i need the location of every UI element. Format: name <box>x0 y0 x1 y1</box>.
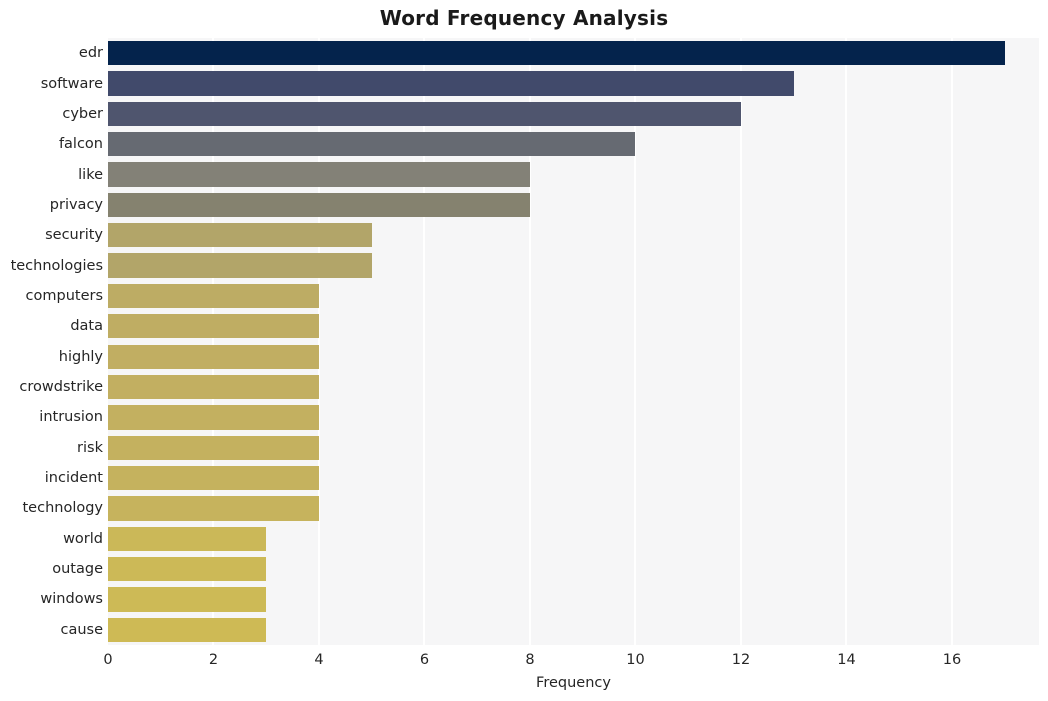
bar-highly <box>108 344 319 369</box>
y-tick-label-data: data <box>70 318 103 335</box>
bar-row <box>108 253 1039 278</box>
y-tick-label-outage: outage <box>52 561 103 578</box>
bar-row <box>108 162 1039 187</box>
bar-windows <box>108 587 267 612</box>
bar-crowdstrike <box>108 374 319 400</box>
bar-world <box>108 526 267 551</box>
x-tick-label-2: 2 <box>208 652 219 668</box>
bar-risk <box>108 435 319 460</box>
bar-row <box>108 314 1039 339</box>
y-tick-label-windows: windows <box>40 591 103 608</box>
word-frequency-chart-figure: Word Frequency Analysis edr software cyber… <box>0 0 1048 701</box>
y-tick-label-like: like <box>78 166 103 183</box>
bar-security <box>108 223 372 248</box>
bar-row <box>108 374 1039 400</box>
x-tick-label-0: 0 <box>103 652 113 668</box>
x-tick-label-10: 10 <box>626 652 645 668</box>
y-tick-label-technologies: technologies <box>10 257 103 274</box>
bar-technology <box>108 496 319 521</box>
y-tick-label-privacy: privacy <box>49 196 103 213</box>
bar-row <box>108 283 1039 309</box>
page-title: Word Frequency Analysis <box>379 6 669 30</box>
bar-cyber <box>108 101 741 126</box>
bar-like <box>108 162 530 187</box>
bar-row <box>108 465 1039 491</box>
y-tick-label-cause: cause <box>60 621 103 638</box>
bar-row <box>108 405 1039 430</box>
y-tick-label-cyber: cyber <box>62 105 103 122</box>
x-tick-label-14: 14 <box>837 652 856 668</box>
y-tick-label-risk: risk <box>77 439 103 456</box>
y-tick-label-intrusion: intrusion <box>39 409 103 426</box>
bar-row <box>108 496 1039 521</box>
bars-container <box>108 38 1039 645</box>
y-tick-label-falcon: falcon <box>58 136 103 153</box>
bar-cause <box>108 617 267 642</box>
x-axis-tick-labels: 0 2 4 6 8 10 12 14 16 <box>103 645 1039 673</box>
bar-edr <box>108 41 1005 66</box>
bar-row <box>108 101 1039 126</box>
bar-row <box>108 617 1039 642</box>
bar-row <box>108 556 1039 582</box>
plot-area <box>108 38 1039 645</box>
y-tick-label-software: software <box>40 75 103 92</box>
y-tick-label-world: world <box>63 530 103 547</box>
y-tick-label-technology: technology <box>22 500 103 517</box>
bar-row <box>108 41 1039 66</box>
y-tick-label-security: security <box>45 227 103 244</box>
bar-row <box>108 435 1039 460</box>
bar-data <box>108 314 319 339</box>
x-tick-label-16: 16 <box>942 652 962 668</box>
y-tick-label-highly: highly <box>58 348 103 365</box>
y-axis-tick-labels: edr software cyber falcon like privacy securit… <box>0 38 103 645</box>
bar-row <box>108 223 1039 248</box>
y-tick-label-edr: edr <box>78 45 103 62</box>
bar-computers <box>108 283 319 309</box>
bar-technologies <box>108 253 372 278</box>
x-tick-label-4: 4 <box>314 652 324 668</box>
x-tick-label-8: 8 <box>525 652 535 668</box>
x-axis-label: Frequency <box>536 675 611 691</box>
x-tick-label-6: 6 <box>419 652 430 668</box>
y-tick-label-crowdstrike: crowdstrike <box>19 379 103 396</box>
bar-outage <box>108 556 267 582</box>
bar-privacy <box>108 192 530 218</box>
bar-row <box>108 344 1039 369</box>
y-tick-label-incident: incident <box>44 470 103 487</box>
bar-row <box>108 132 1039 157</box>
y-tick-label-computers: computers <box>25 287 103 304</box>
bar-row <box>108 526 1039 551</box>
x-tick-label-12: 12 <box>731 652 751 668</box>
bar-software <box>108 71 794 96</box>
bar-row <box>108 587 1039 612</box>
bar-falcon <box>108 132 636 157</box>
bar-row <box>108 71 1039 96</box>
bar-row <box>108 192 1039 218</box>
bar-incident <box>108 465 319 491</box>
bar-intrusion <box>108 405 319 430</box>
